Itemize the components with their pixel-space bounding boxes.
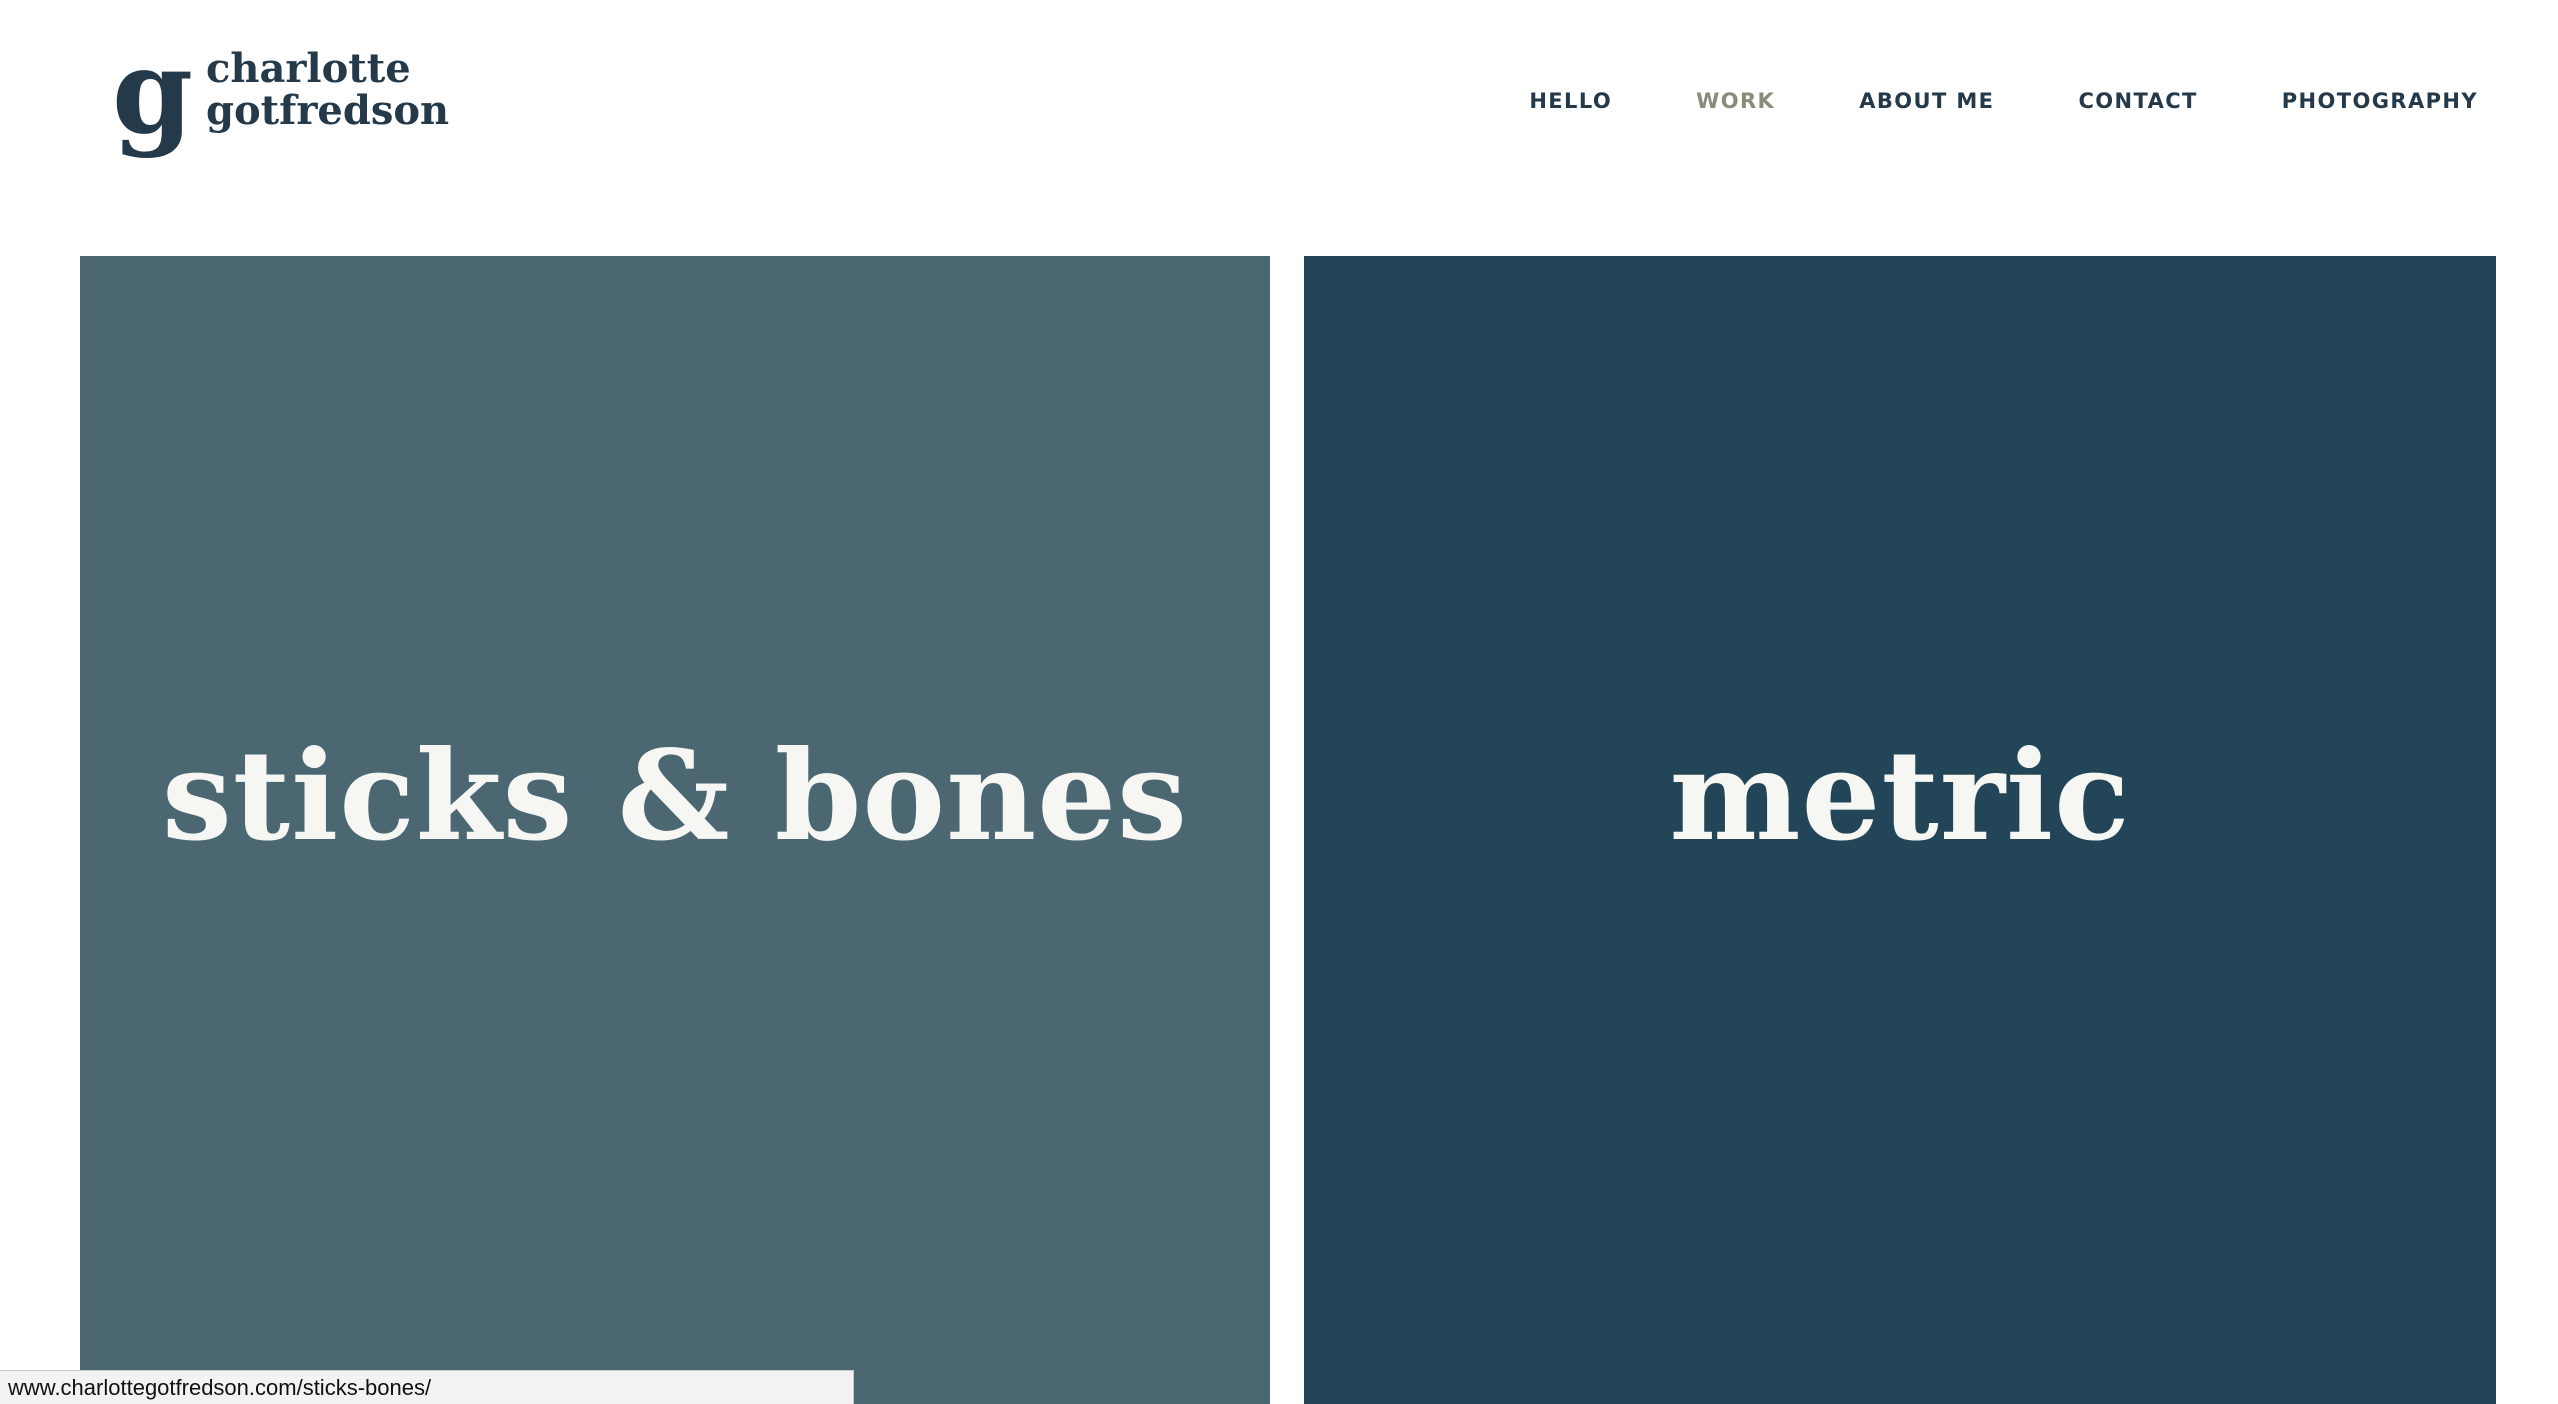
- logo-line-last-name: gotfredson: [206, 87, 450, 134]
- project-title: metric: [1669, 723, 2131, 869]
- logo-line-first-name: charlotte: [206, 45, 411, 92]
- nav-link-contact[interactable]: CONTACT: [2078, 89, 2197, 113]
- browser-status-url: www.charlottegotfredson.com/sticks-bones…: [0, 1370, 854, 1404]
- project-title: sticks & bones: [162, 723, 1188, 869]
- nav-link-work[interactable]: WORK: [1696, 89, 1775, 113]
- logo-mark: g: [112, 24, 194, 160]
- nav-link-photography[interactable]: PHOTOGRAPHY: [2282, 89, 2478, 113]
- project-tile-metric[interactable]: metric: [1304, 256, 2496, 1404]
- main-navigation: HELLO WORK ABOUT ME CONTACT PHOTOGRAPHY: [1529, 84, 2478, 118]
- project-tile-sticks-bones[interactable]: sticks & bones: [80, 256, 1270, 1404]
- site-header: g charlotte gotfredson HELLO WORK ABOUT …: [0, 0, 2558, 220]
- nav-link-hello[interactable]: HELLO: [1529, 89, 1612, 113]
- logo-text: charlotte gotfredson: [206, 48, 566, 132]
- nav-link-about-me[interactable]: ABOUT ME: [1859, 89, 1994, 113]
